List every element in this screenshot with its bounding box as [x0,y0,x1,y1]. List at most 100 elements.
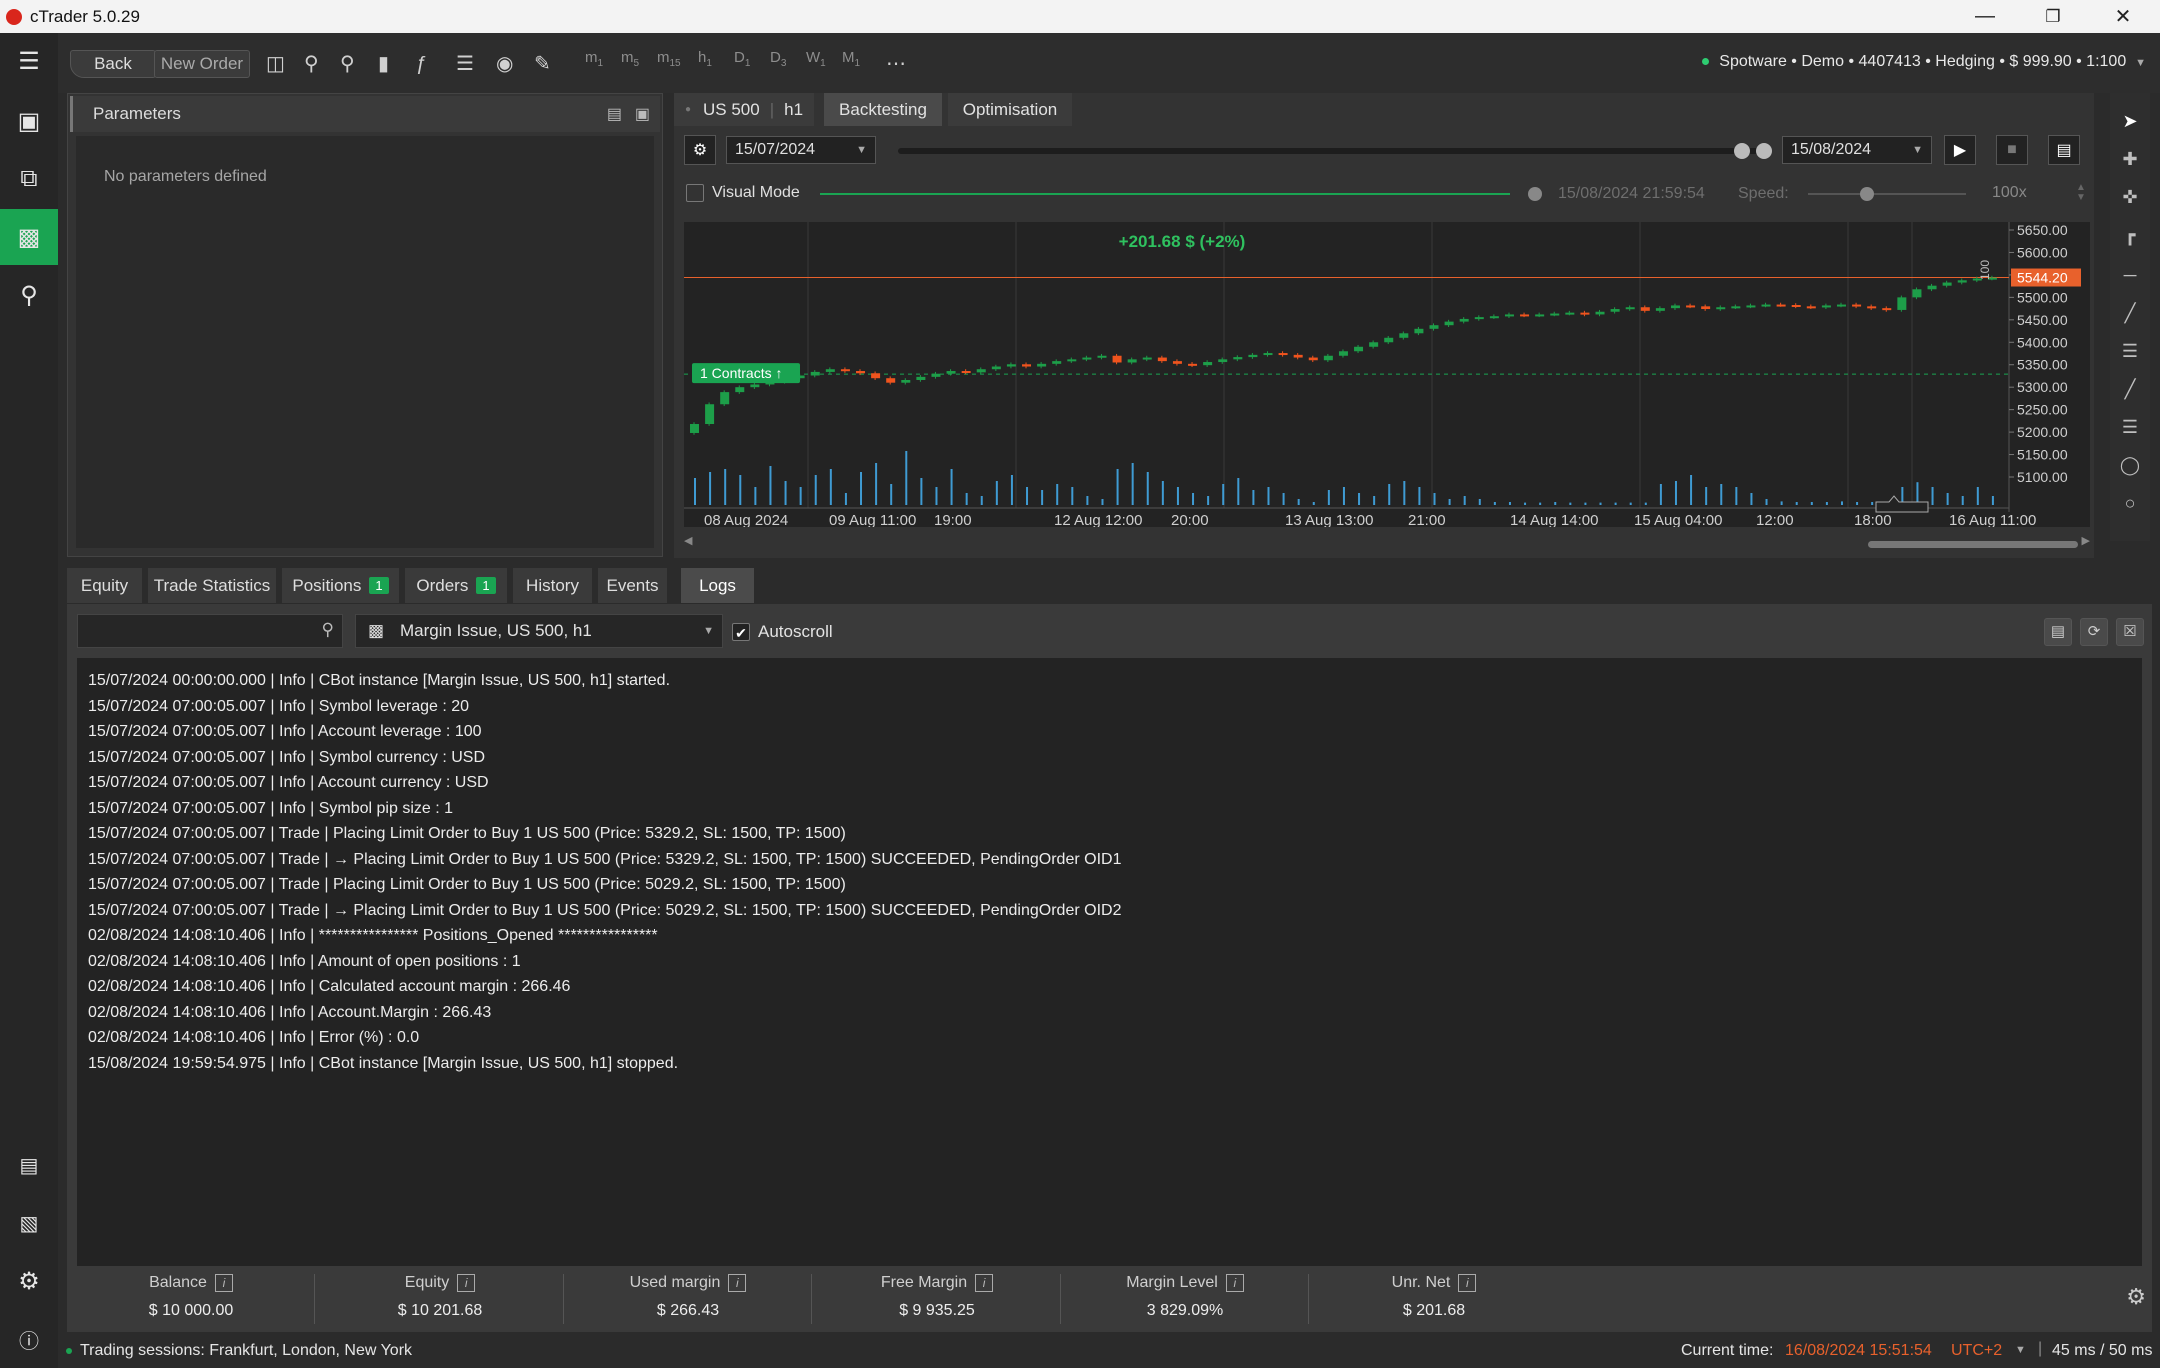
visual-mode-checkbox[interactable] [686,184,704,202]
algo-icon[interactable]: ▩ [0,209,58,265]
current-time-label: Current time: [1681,1342,1774,1359]
pitchfork-icon[interactable]: ╱ [2110,379,2150,400]
visual-progress-handle[interactable] [1528,187,1542,201]
tab-chart-symbol[interactable]: ● US 500 | h1 [674,93,814,126]
tab-events[interactable]: Events [598,568,667,603]
close-icon[interactable]: ✕ [2088,0,2158,33]
tab-trade-statistics[interactable]: Trade Statistics [148,568,276,603]
timeframe-d1[interactable]: D1 [734,49,750,69]
backtest-chart[interactable]: 5650.005600.005550.005500.005450.005400.… [684,222,2090,529]
copy-icon[interactable]: ⧉ [0,151,58,207]
wallet-icon[interactable]: ▧ [0,1195,58,1251]
layout-icon[interactable]: ◫ [266,51,285,77]
back-button[interactable]: Back [70,50,156,78]
log-search-input[interactable]: ⚲ [77,614,343,648]
cbot-instance-select[interactable]: ▩ Margin Issue, US 500, h1 ▼ [355,614,723,648]
timezone-selector[interactable]: UTC+2 [1951,1342,2002,1360]
tab-history[interactable]: History [513,568,592,603]
account-info[interactable]: Spotware • Demo • 4407413 • Hedging • $ … [1702,53,2146,71]
zoom-in-icon[interactable]: ⚲ [340,51,355,77]
date-range-slider[interactable] [898,148,1760,154]
help-icon[interactable]: ⓘ [0,1311,58,1367]
info-icon[interactable]: i [1458,1274,1477,1292]
analyze-icon[interactable]: ⚲ [0,267,58,323]
timeframe-d3[interactable]: D3 [770,49,786,69]
new-order-button[interactable]: New Order [154,50,250,78]
store-icon[interactable]: ▤ [0,1137,58,1193]
autoscroll-checkbox[interactable]: ✔ [732,623,750,641]
save-icon[interactable]: ▣ [635,104,650,124]
candles-icon[interactable]: ▮ [378,51,389,77]
backtest-settings-button[interactable]: ⚙ [684,135,716,165]
candle-body [1248,354,1258,358]
info-icon[interactable]: i [457,1274,476,1292]
channel-icon[interactable]: ☰ [2110,417,2150,438]
crosshair-icon[interactable]: ✚ [2110,149,2150,170]
info-icon[interactable]: i [214,1274,233,1292]
info-icon[interactable]: i [975,1274,994,1292]
volume-bar [1780,501,1783,505]
volume-bar [1508,502,1511,505]
refresh-icon[interactable]: ⟳ [2080,618,2108,646]
trade-icon[interactable]: ▣ [0,93,58,149]
timeframe-m5[interactable]: m5 [621,49,639,69]
tab-equity[interactable]: Equity [67,568,142,603]
fibonacci-icon[interactable]: ☰ [2110,341,2150,362]
tab-backtesting[interactable]: Backtesting [824,93,942,126]
tab-optimisation[interactable]: Optimisation [948,93,1072,126]
info-icon[interactable]: i [728,1274,747,1292]
settings-icon[interactable]: ⚙ [0,1253,58,1309]
eye-icon[interactable]: ◉ [496,51,513,77]
layers-icon[interactable]: ☰ [456,51,474,77]
save-report-button[interactable]: ▤ [2048,135,2080,165]
range-end-handle[interactable] [1756,143,1772,159]
stat-free-margin: Free Margin i $ 9 935.25 [813,1266,1061,1332]
volume-bar [1312,502,1315,505]
info-icon[interactable]: i [1225,1274,1244,1292]
ellipse-icon[interactable]: ◯ [2110,455,2150,476]
horizontal-line-icon[interactable]: ─ [2110,265,2150,286]
zoom-area-icon[interactable]: ┏ [2110,225,2150,246]
timeframe-m15[interactable]: m15 [657,49,681,69]
stop-button[interactable]: ■ [1996,135,2028,165]
volume-bar [1297,499,1300,505]
speed-handle[interactable] [1860,187,1874,201]
measure-icon[interactable]: ✜ [2110,187,2150,208]
tab-orders[interactable]: Orders 1 [405,568,507,603]
stat-value: $ 9 935.25 [899,1302,975,1319]
open-folder-icon[interactable]: ▤ [2044,618,2072,646]
tab-logs[interactable]: Logs [681,568,754,603]
speed-stepper-icon[interactable]: ▲ ▼ [2076,183,2086,203]
visual-mode-toggle[interactable]: Visual Mode [686,184,800,202]
restore-icon[interactable]: ❐ [2018,0,2088,33]
volume-bar [1237,478,1240,505]
indicators-icon[interactable]: ƒ [416,51,427,77]
timeframe-mn1[interactable]: M1 [842,49,860,69]
start-date-picker[interactable]: 15/07/2024 ▼ [726,136,876,164]
candle-body [976,369,986,373]
trash-icon[interactable]: ☒ [2116,618,2144,646]
candle-body [1369,342,1379,347]
speed-slider[interactable] [1808,193,1966,195]
timeframe-h1[interactable]: h1 [698,49,712,69]
tab-positions[interactable]: Positions 1 [282,568,399,603]
chart-scrollbar[interactable]: ◀ ▶ [684,535,2090,551]
circle-icon[interactable]: ○ [2110,493,2150,514]
chart-scroll-thumb[interactable] [1868,541,2078,548]
stats-settings-icon[interactable]: ⚙ [2126,1284,2146,1310]
zoom-out-icon[interactable]: ⚲ [304,51,319,77]
timeframe-m1[interactable]: m1 [585,49,603,69]
autoscroll-toggle[interactable]: ✔ Autoscroll [732,622,833,642]
minimize-icon[interactable]: — [1950,0,2020,33]
end-date-picker[interactable]: 15/08/2024 ▼ [1782,136,1932,164]
menu-icon[interactable]: ☰ [0,33,58,89]
folder-icon[interactable]: ▤ [607,104,622,124]
log-list: 15/07/2024 00:00:00.000 | Info | CBot in… [77,658,2142,1266]
play-button[interactable]: ▶ [1944,135,1976,165]
timeframe-w1[interactable]: W1 [806,49,826,69]
more-icon[interactable]: ⋯ [886,51,906,77]
chart-settings-icon[interactable]: ✎ [534,51,551,77]
trend-line-icon[interactable]: ╱ [2110,303,2150,324]
range-start-handle[interactable] [1734,143,1750,159]
cursor-icon[interactable]: ➤ [2110,111,2150,132]
